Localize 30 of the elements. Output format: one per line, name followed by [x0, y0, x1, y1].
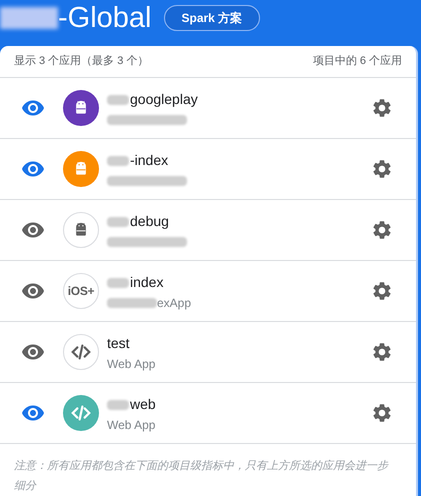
code-avatar	[63, 334, 99, 370]
note-text: 注意：所有应用都包含在下面的项目级指标中，只有上方所选的应用会进一步细分	[13, 458, 390, 494]
android-avatar	[63, 212, 99, 248]
app-subtitle: Web App	[107, 356, 156, 372]
title-text: -Global	[58, 4, 152, 32]
blurred-mark	[107, 94, 129, 104]
settings-icon[interactable]	[371, 341, 393, 363]
settings-icon[interactable]	[371, 402, 393, 424]
settings-icon[interactable]	[371, 219, 393, 241]
app-name: index	[130, 273, 164, 292]
app-name: web	[130, 395, 156, 414]
total-count: 项目中的 6 个应用	[312, 54, 402, 70]
blurred-mark	[107, 298, 157, 308]
blurred-mark	[0, 7, 58, 29]
blurred-mark	[107, 156, 129, 166]
app-subtitle: Web App	[107, 416, 156, 434]
app-name: test	[107, 334, 130, 353]
blurred-mark	[107, 278, 129, 288]
app-name: -index	[130, 151, 168, 170]
blurred-mark	[107, 400, 129, 410]
blurred-mark	[107, 216, 129, 226]
app-subtitle: exApp	[157, 294, 192, 312]
settings-icon[interactable]	[371, 280, 393, 302]
ios-avatar: iOS+	[63, 273, 99, 309]
settings-icon[interactable]	[371, 97, 393, 119]
settings-icon[interactable]	[371, 158, 393, 180]
shown-count: 显示 3 个应用（最多 3 个）	[14, 54, 148, 70]
app-name: googleplay	[130, 90, 198, 109]
app-name: debug	[130, 212, 169, 231]
plan-badge: Spark 方案	[164, 5, 260, 31]
